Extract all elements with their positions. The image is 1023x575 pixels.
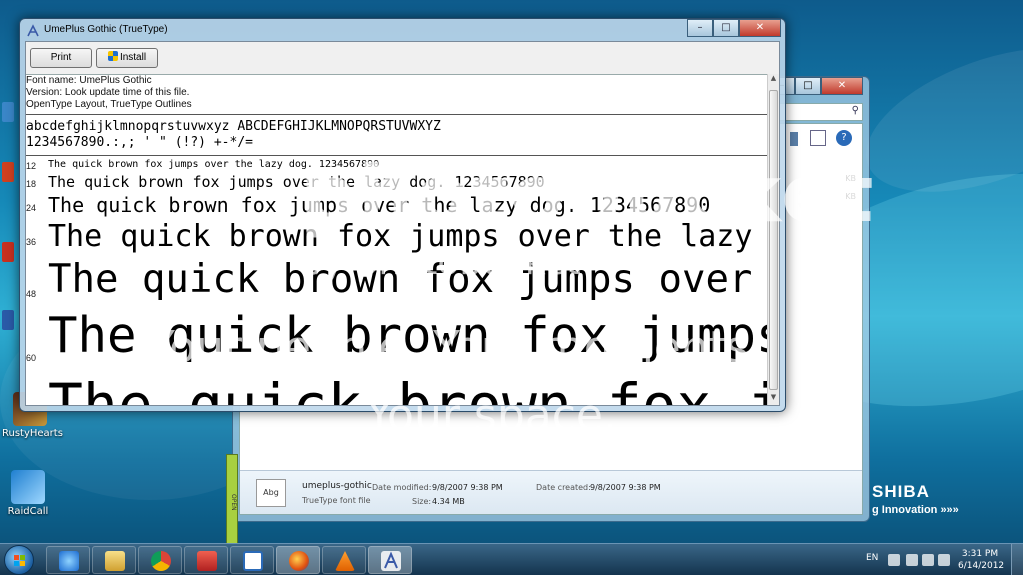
size-value: 4.34 MB — [432, 497, 465, 506]
details-pane: Abg umeplus-gothic TrueType font file Da… — [240, 470, 862, 514]
close-button[interactable]: ✕ — [739, 19, 781, 37]
taskbar-vlc[interactable] — [322, 546, 366, 574]
taskbar-font-app[interactable] — [230, 546, 274, 574]
date-modified-value: 9/8/2007 9:38 PM — [432, 483, 503, 492]
install-button-label: Install — [119, 52, 147, 63]
taskbar-app[interactable] — [184, 546, 228, 574]
taskbar-firefox[interactable] — [276, 546, 320, 574]
internet-explorer-icon — [59, 551, 79, 571]
taskbar-explorer[interactable] — [92, 546, 136, 574]
file-size-cell: KB — [845, 192, 856, 201]
taskbar-font-viewer[interactable] — [368, 546, 412, 574]
desktop-icon-label: RaidCall — [7, 506, 49, 517]
charset-digits: 1234567890.:,; ' " (!?) +-*/= — [26, 135, 253, 150]
raidcall-icon — [11, 470, 45, 504]
taskbar: EN 3:31 PM 6/14/2012 — [0, 543, 1023, 575]
sample-text: The quick brown fox jumps over the lazy … — [48, 159, 380, 170]
print-button[interactable]: Print — [30, 48, 92, 68]
date-created-value: 9/8/2007 9:38 PM — [590, 483, 661, 492]
sample-size-label: 60 — [26, 353, 37, 363]
font-viewer-client: Print Install Font name: UmePlus Gothic … — [25, 41, 780, 406]
desktop-app-icon[interactable] — [2, 242, 14, 262]
charset-letters: abcdefghijklmnopqrstuvwxyz ABCDEFGHIJKLM… — [26, 119, 441, 134]
folder-icon — [105, 551, 125, 571]
action-center-icon[interactable] — [906, 554, 918, 566]
preview-pane-icon[interactable] — [810, 130, 826, 146]
close-button[interactable]: ✕ — [821, 77, 863, 95]
uac-shield-icon — [107, 51, 118, 61]
font-type-line: OpenType Layout, TrueType Outlines — [26, 99, 192, 110]
sample-size-label: 24 — [26, 203, 37, 213]
date-created-label: Date created: — [536, 483, 591, 492]
font-viewer-window[interactable]: UmePlus Gothic (TrueType) – □ ✕ Print In… — [19, 18, 786, 412]
desktop-app-icon[interactable] — [2, 162, 14, 182]
file-type: TrueType font file — [302, 496, 371, 505]
maximize-button[interactable]: □ — [795, 77, 821, 95]
sample-text: The quick brown fox jumps over the lazy … — [48, 219, 767, 254]
vertical-scrollbar[interactable]: ▲ ▼ — [767, 74, 779, 405]
sample-text: The quick brown fox jumps over the lazy … — [48, 257, 767, 302]
view-options-icon[interactable] — [790, 132, 798, 146]
sample-size-label: 48 — [26, 289, 37, 299]
scrollbar-thumb[interactable] — [769, 90, 778, 390]
font-info: Font name: UmePlus Gothic Version: Look … — [26, 75, 192, 111]
sample-text: The quick brown fox jumps over the lazy … — [48, 371, 767, 405]
file-size-cell: KB — [845, 174, 856, 183]
desktop-app-icon[interactable] — [2, 310, 14, 330]
font-viewer-icon — [381, 551, 401, 571]
font-viewer-app-icon — [26, 23, 40, 37]
show-desktop-button[interactable] — [1011, 544, 1023, 575]
help-icon[interactable]: ? — [836, 130, 852, 146]
taskbar-ie[interactable] — [46, 546, 90, 574]
volume-icon[interactable] — [938, 554, 950, 566]
clock-date: 6/14/2012 — [958, 561, 1005, 571]
sample-text: The quick brown fox jumps over the lazy … — [48, 173, 545, 191]
font-app-icon — [243, 551, 263, 571]
clock-time: 3:31 PM — [961, 549, 999, 559]
file-name: umeplus-gothic — [302, 481, 372, 491]
start-button[interactable] — [4, 545, 34, 575]
sample-size-label: 36 — [26, 237, 37, 247]
install-button[interactable]: Install — [96, 48, 158, 68]
font-file-icon: Abg — [256, 479, 286, 507]
desktop-app-icon[interactable] — [2, 102, 14, 122]
chrome-icon — [151, 551, 171, 571]
firefox-icon — [289, 551, 309, 571]
taskbar-chrome[interactable] — [138, 546, 182, 574]
tray-expand-icon[interactable] — [888, 554, 900, 566]
font-name-line: Font name: UmePlus Gothic — [26, 75, 152, 86]
windows-logo-icon — [14, 555, 25, 566]
date-modified-label: Date modified: — [372, 483, 432, 492]
app-icon — [197, 551, 217, 571]
sample-text: The quick brown fox jumps over the lazy … — [48, 307, 767, 364]
desktop-icon-raidcall[interactable]: RaidCall — [0, 470, 56, 517]
desktop-icon-column-partial — [0, 40, 14, 380]
font-version-line: Version: Look update time of this file. — [26, 87, 190, 98]
open-strip[interactable]: OPEN — [226, 454, 238, 550]
sample-size-label: 18 — [26, 179, 37, 189]
system-clock[interactable]: 3:31 PM 6/14/2012 — [958, 548, 1005, 572]
sample-text: The quick brown fox jumps over the lazy … — [48, 193, 711, 217]
scroll-up-icon[interactable]: ▲ — [768, 74, 779, 86]
window-title: UmePlus Gothic (TrueType) — [44, 24, 168, 35]
toshiba-logo: SHIBA — [872, 482, 930, 501]
button-bar: Print Install — [26, 42, 779, 74]
minimize-button[interactable]: – — [687, 19, 713, 37]
size-label: Size: — [412, 497, 432, 506]
toshiba-tagline: g Innovation »»» — [872, 504, 959, 516]
sample-size-label: 12 — [26, 161, 37, 171]
vlc-icon — [335, 551, 355, 571]
scroll-down-icon[interactable]: ▼ — [768, 393, 779, 405]
desktop-icon-label: RustyHearts — [2, 428, 63, 439]
language-indicator[interactable]: EN — [866, 553, 878, 563]
maximize-button[interactable]: □ — [713, 19, 739, 37]
font-preview-pane: Font name: UmePlus Gothic Version: Look … — [26, 74, 767, 405]
divider — [26, 114, 767, 115]
window-controls: – □ ✕ — [687, 19, 781, 37]
battery-icon[interactable] — [922, 554, 934, 566]
search-icon: ⚲ — [851, 105, 859, 116]
divider — [26, 155, 767, 156]
